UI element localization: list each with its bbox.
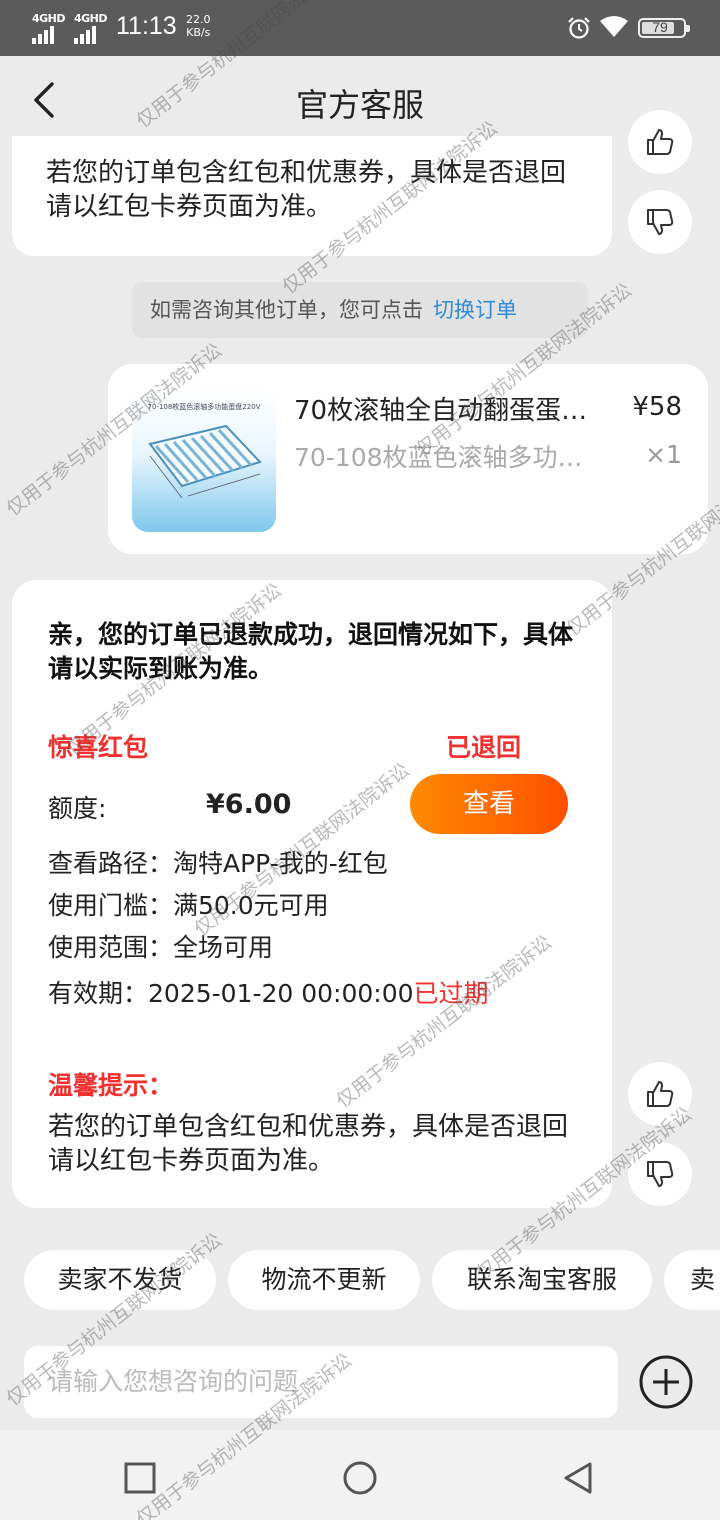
validity-row: 有效期：2025-01-20 00:00:00已过期 (48, 974, 489, 1010)
app-header: 官方客服 (0, 56, 720, 144)
egg-tray-illustration (148, 424, 262, 499)
signal-2-icon: 4GHD (74, 12, 110, 44)
coupon-status: 已退回 (446, 733, 522, 762)
product-price: ¥58 (632, 392, 682, 422)
tip-text-bottom: 若您的订单包含红包和优惠券，具体是否退回请以红包卡券页面为准。 (48, 1112, 569, 1176)
status-bar: 4GHD 4GHD 11:13 22.0 KB/s 79 (0, 0, 720, 56)
coupon-amount: ¥6.00 (206, 789, 292, 820)
view-button[interactable]: 查看 (410, 774, 568, 834)
nav-home-icon[interactable] (342, 1460, 378, 1496)
thumbs-up-button-top[interactable] (628, 110, 692, 174)
validity-label: 有效期： (48, 979, 149, 1008)
plus-icon[interactable] (638, 1354, 694, 1410)
battery-value: 79 (652, 19, 668, 35)
validity-status: 已过期 (413, 979, 489, 1008)
sim1-label: 4GHD (32, 12, 66, 25)
message-input[interactable]: 请输入您想咨询的问题 (24, 1346, 618, 1418)
battery-icon: 79 (638, 18, 690, 38)
alarm-icon (568, 17, 590, 39)
switch-order-link[interactable]: 切换订单 (433, 298, 517, 322)
thumbs-down-icon (647, 1161, 674, 1187)
refund-headline: 亲，您的订单已退款成功，退回情况如下，具体请以实际到账为准。 (48, 620, 574, 683)
signal-1-icon: 4GHD (32, 12, 68, 44)
product-image: 70-108枚蓝色滚轴多功能蛋盘220V (132, 388, 276, 532)
quick-reply-chip[interactable]: 卖 (664, 1250, 720, 1310)
nav-back-icon[interactable] (560, 1460, 596, 1496)
notice-text: 如需咨询其他订单，您可点击 (150, 298, 423, 322)
network-speed: 22.0 KB/s (186, 13, 211, 39)
order-card[interactable]: 70-108枚蓝色滚轴多功能蛋盘220V 70枚滚轴全自动翻蛋蛋… ¥58 70… (108, 364, 708, 554)
view-path: 查看路径：淘特APP-我的-红包 (48, 849, 388, 878)
amount-label: 额度: (48, 794, 107, 823)
tip-bubble-top: 若您的订单包含红包和优惠券，具体是否退回请以红包卡券页面为准。 (12, 136, 612, 256)
thumbs-up-icon (647, 129, 674, 155)
quick-reply-chip[interactable]: 物流不更新 (228, 1250, 420, 1310)
product-image-caption: 70-108枚蓝色滚轴多功能蛋盘220V (147, 403, 261, 411)
product-sku: 70-108枚蓝色滚轴多功… (294, 443, 583, 472)
status-time: 11:13 (116, 12, 177, 40)
wifi-icon (600, 16, 628, 37)
validity-date: 2025-01-20 00:00:00 (148, 979, 414, 1008)
page-title: 官方客服 (295, 86, 424, 124)
speed-unit: KB/s (186, 26, 211, 39)
use-scope: 使用范围：全场可用 (48, 933, 274, 962)
quick-reply-chip[interactable]: 联系淘宝客服 (432, 1250, 652, 1310)
refund-card: 亲，您的订单已退款成功，退回情况如下，具体请以实际到账为准。 惊喜红包 已退回 … (12, 580, 612, 1208)
system-nav-bar (0, 1430, 720, 1520)
input-area: 请输入您想咨询的问题 (0, 1330, 720, 1430)
speed-value: 22.0 (186, 13, 211, 26)
product-quantity: ×1 (645, 440, 682, 469)
thumbs-down-button-top[interactable] (628, 190, 692, 254)
thumbs-down-button[interactable] (628, 1142, 692, 1206)
tip-title: 温馨提示： (48, 1071, 174, 1100)
coupon-type: 惊喜红包 (48, 733, 149, 762)
nav-recent-icon[interactable] (122, 1460, 158, 1496)
quick-reply-bar: 卖家不发货 物流不更新 联系淘宝客服 卖 (0, 1232, 720, 1328)
use-threshold: 使用门槛：满50.0元可用 (48, 891, 329, 920)
product-title: 70枚滚轴全自动翻蛋蛋… (294, 396, 588, 426)
switch-order-notice: 如需咨询其他订单，您可点击 切换订单 (132, 282, 588, 338)
tip-text: 若您的订单包含红包和优惠券，具体是否退回请以红包卡券页面为准。 (46, 158, 567, 222)
thumbs-down-icon (647, 209, 674, 235)
thumbs-up-icon (647, 1081, 674, 1107)
quick-reply-chip[interactable]: 卖家不发货 (24, 1250, 216, 1310)
thumbs-up-button[interactable] (628, 1062, 692, 1126)
sim2-label: 4GHD (74, 12, 108, 25)
